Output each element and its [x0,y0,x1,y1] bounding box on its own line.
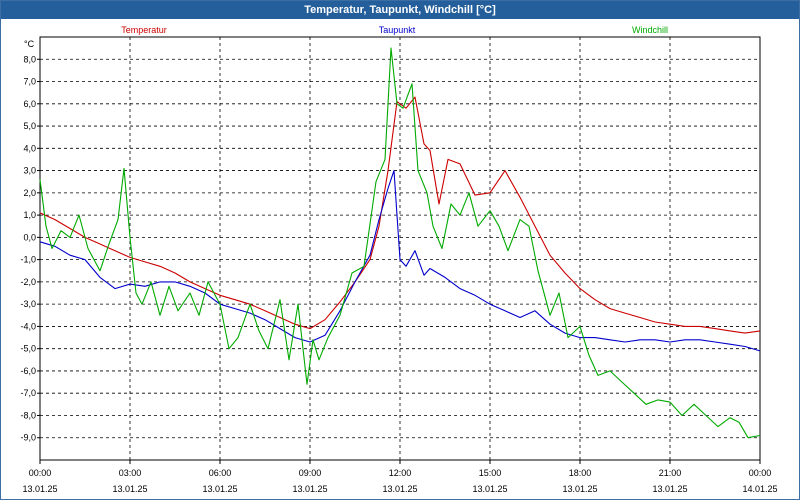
y-axis-label: °C [24,39,35,49]
x-tick-time-label: 12:00 [389,468,412,478]
x-tick-time-label: 21:00 [659,468,682,478]
y-tick-label: -3,0 [20,299,36,309]
y-tick-label: 3,0 [23,166,36,176]
x-tick-date-label: 13.01.25 [202,484,237,494]
x-tick-date-label: 13.01.25 [562,484,597,494]
y-tick-label: 8,0 [23,54,36,64]
x-tick-date-label: 14.01.25 [742,484,777,494]
y-tick-label: -8,0 [20,410,36,420]
y-tick-label: 1,0 [23,210,36,220]
y-tick-label: 7,0 [23,77,36,87]
legend-temperatur: Temperatur [121,25,167,35]
y-tick-label: -5,0 [20,344,36,354]
x-tick-time-label: 18:00 [569,468,592,478]
x-tick-date-label: 13.01.25 [112,484,147,494]
x-tick-date-label: 13.01.25 [652,484,687,494]
x-tick-time-label: 06:00 [209,468,232,478]
y-tick-label: -6,0 [20,366,36,376]
x-tick-time-label: 00:00 [29,468,52,478]
x-tick-date-label: 13.01.25 [22,484,57,494]
x-tick-time-label: 03:00 [119,468,142,478]
legend-taupunkt: Taupunkt [379,25,416,35]
y-tick-label: -2,0 [20,277,36,287]
y-tick-label: 6,0 [23,99,36,109]
legend-windchill: Windchill [632,25,668,35]
x-tick-time-label: 09:00 [299,468,322,478]
y-tick-label: -7,0 [20,388,36,398]
y-tick-label: 4,0 [23,143,36,153]
x-tick-date-label: 13.01.25 [292,484,327,494]
chart-svg: 8,0 7,0 6,0 5,0 4,0 3,0 2,0 1,0 0,0 -1,0 -2,0 -3,0 -… [20,25,777,494]
y-tick-label: 5,0 [23,121,36,131]
x-tick-time-label: 15:00 [479,468,502,478]
x-tick-date-label: 13.01.25 [472,484,507,494]
x-tick-date-label: 13.01.25 [382,484,417,494]
x-tick-time-label: 00:00 [749,468,772,478]
y-tick-label: 2,0 [23,188,36,198]
y-tick-label: -1,0 [20,255,36,265]
y-tick-label: 0,0 [23,232,36,242]
y-tick-label: -9,0 [20,433,36,443]
y-tick-label: -4,0 [20,321,36,331]
